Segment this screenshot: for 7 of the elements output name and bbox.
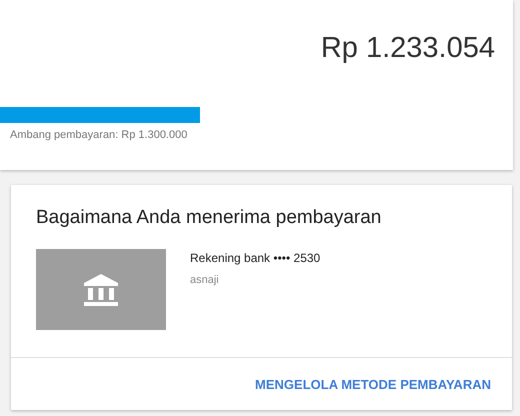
bank-icon xyxy=(83,272,119,306)
threshold-label: Ambang pembayaran: Rp 1.300.000 xyxy=(10,129,188,141)
manage-payment-link[interactable]: MENGELOLA METODE PEMBAYARAN xyxy=(255,376,491,392)
account-holder: asnaji xyxy=(190,274,220,286)
account-number: Rekening bank •••• 2530 xyxy=(190,251,320,265)
card-title: Bagaimana Anda menerima pembayaran xyxy=(36,207,382,229)
balance-amount: Rp 1.233.054 xyxy=(320,32,495,65)
